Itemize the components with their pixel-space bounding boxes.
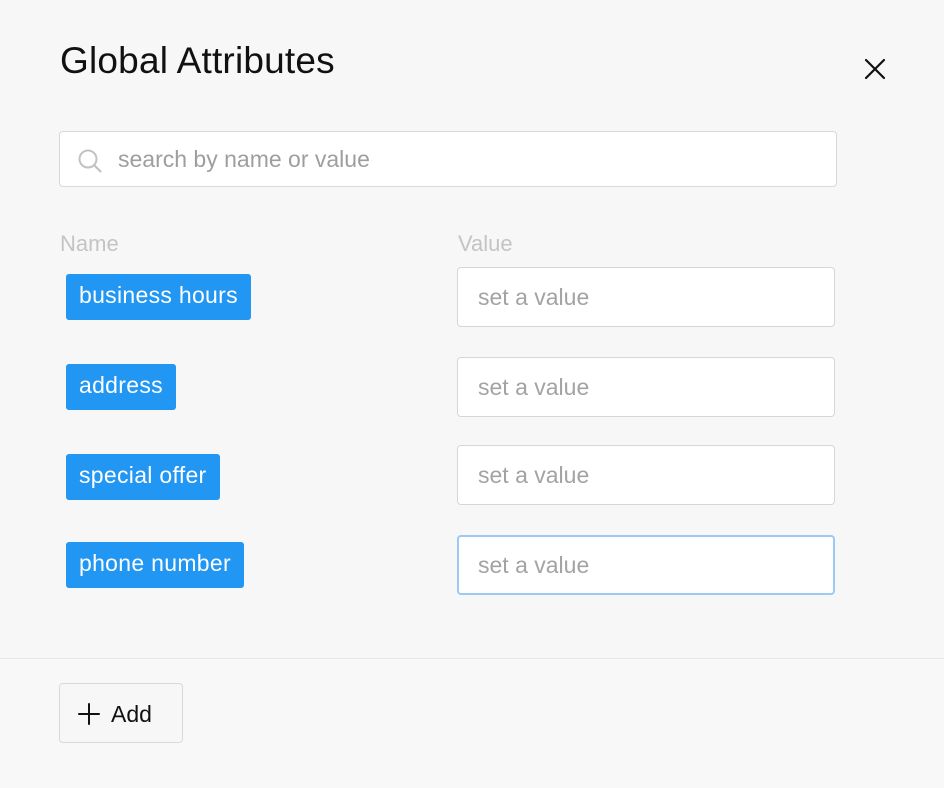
- attribute-value-input-business-hours[interactable]: [457, 267, 835, 327]
- add-button-label: Add: [111, 701, 152, 727]
- attribute-value-input-special-offer[interactable]: [457, 445, 835, 505]
- close-button[interactable]: [860, 54, 890, 84]
- attribute-tag-address[interactable]: address: [66, 364, 176, 410]
- attribute-value-input-address[interactable]: [457, 357, 835, 417]
- global-attributes-dialog: Global Attributes Name Value business ho…: [0, 0, 944, 788]
- add-button[interactable]: Add: [59, 683, 183, 743]
- dialog-title: Global Attributes: [60, 40, 335, 81]
- search-input[interactable]: [118, 132, 818, 186]
- value-column-header: Value: [458, 231, 513, 256]
- search-icon: [78, 149, 102, 173]
- plus-icon: [78, 703, 100, 725]
- attribute-tag-special-offer[interactable]: special offer: [66, 454, 220, 500]
- search-box: [59, 131, 837, 187]
- attribute-value-input-phone-number[interactable]: [457, 535, 835, 595]
- name-column-header: Name: [60, 231, 119, 256]
- close-icon: [864, 58, 886, 80]
- attribute-tag-phone-number[interactable]: phone number: [66, 542, 244, 588]
- attribute-tag-business-hours[interactable]: business hours: [66, 274, 251, 320]
